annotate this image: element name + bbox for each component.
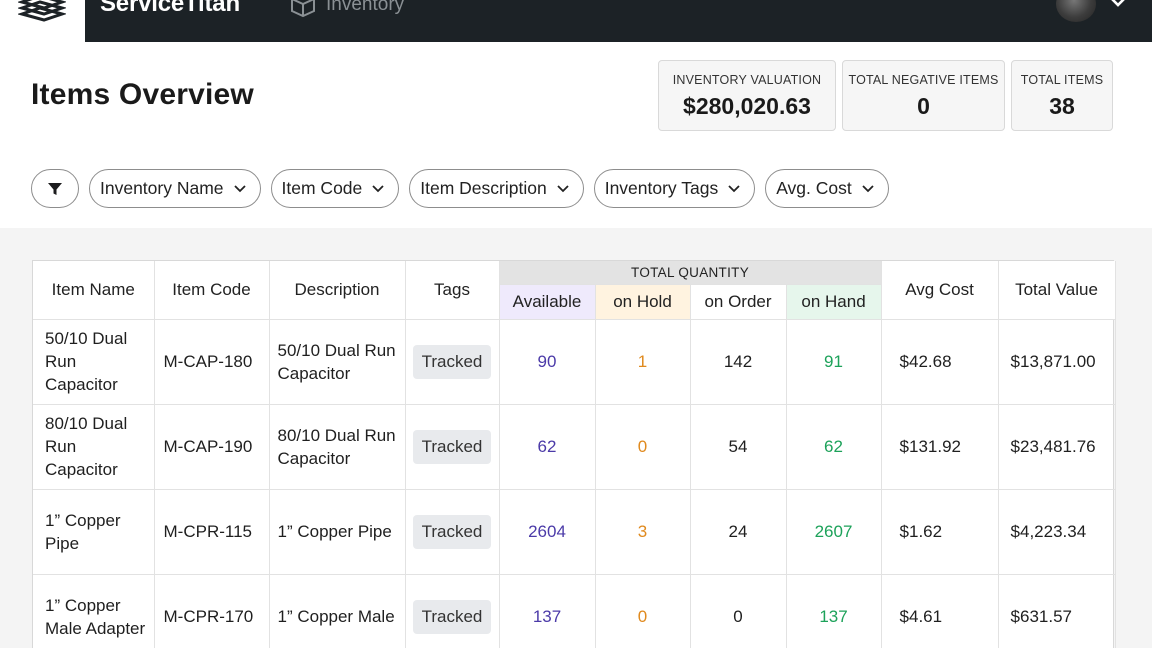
column-header-item-name[interactable]: Item Name xyxy=(33,261,155,320)
cell-total-value: $13,871.00 xyxy=(998,319,1116,405)
stat-value: 0 xyxy=(917,93,930,119)
cell-avg-cost: $131.92 xyxy=(881,404,999,490)
cell-item-code: M-CPR-170 xyxy=(154,574,270,648)
cell-on-order: 24 xyxy=(690,489,787,575)
column-header-total-value[interactable]: Total Value xyxy=(998,261,1116,320)
column-header-description[interactable]: Description xyxy=(269,261,406,320)
brand-name[interactable]: ServiceTitan xyxy=(100,0,240,18)
cell-item-name: 1” Copper Pipe xyxy=(33,489,155,575)
cell-description: 1” Copper Pipe xyxy=(269,489,406,575)
stat-label: TOTAL NEGATIVE ITEMS xyxy=(848,73,999,87)
cell-on-order: 54 xyxy=(690,404,787,490)
cell-tags: Tracked xyxy=(405,319,500,405)
cell-on-hand: 91 xyxy=(786,319,882,405)
filter-label: Item Description xyxy=(420,178,547,198)
items-table-container: Item Name Item Code Description Tags TOT… xyxy=(32,260,1116,648)
cell-on-hold: 1 xyxy=(595,319,691,405)
tag-badge[interactable]: Tracked xyxy=(412,514,492,549)
cell-item-code: M-CPR-115 xyxy=(154,489,270,575)
cell-available: 62 xyxy=(499,404,596,490)
stat-label: INVENTORY VALUATION xyxy=(672,73,822,87)
chevron-down-icon xyxy=(862,184,874,192)
chevron-down-icon xyxy=(728,184,740,192)
filter-label: Avg. Cost xyxy=(776,178,852,198)
cell-on-hold: 0 xyxy=(595,574,691,648)
filter-avg-cost[interactable]: Avg. Cost xyxy=(765,169,889,208)
filter-label: Inventory Name xyxy=(100,178,224,198)
column-group-total-quantity: TOTAL QUANTITY xyxy=(499,261,882,285)
cell-avg-cost: $42.68 xyxy=(881,319,999,405)
stat-value: $280,020.63 xyxy=(683,93,811,119)
column-header-on-hold[interactable]: on Hold xyxy=(595,284,691,320)
cell-item-name: 50/10 Dual Run Capacitor xyxy=(33,319,155,405)
chevron-down-icon xyxy=(233,184,246,192)
top-bar: ServiceTitan Inventory xyxy=(0,0,1152,42)
cell-description: 1” Copper Male xyxy=(269,574,406,648)
logo-area[interactable] xyxy=(0,0,85,42)
cell-avg-cost: $1.62 xyxy=(881,489,999,575)
table-row[interactable]: 50/10 Dual Run Capacitor M-CAP-180 50/10… xyxy=(33,319,1116,405)
cell-total-value: $631.57 xyxy=(998,574,1116,648)
page-title: Items Overview xyxy=(31,78,254,111)
filter-button[interactable] xyxy=(31,169,79,208)
nav-bar xyxy=(85,0,1152,42)
cell-on-order: 0 xyxy=(690,574,787,648)
chevron-down-icon xyxy=(372,184,384,192)
cell-on-hand: 2607 xyxy=(786,489,882,575)
cell-available: 90 xyxy=(499,319,596,405)
chevron-down-icon[interactable] xyxy=(1108,0,1128,10)
cell-tags: Tracked xyxy=(405,404,500,490)
cell-on-hold: 0 xyxy=(595,404,691,490)
filter-funnel-icon xyxy=(48,182,62,195)
filter-inventory-name[interactable]: Inventory Name xyxy=(89,169,261,208)
cell-total-value: $4,223.34 xyxy=(998,489,1116,575)
nav-inventory[interactable]: Inventory xyxy=(290,0,404,18)
tag-badge[interactable]: Tracked xyxy=(412,344,492,379)
brand-logo-icon xyxy=(18,0,66,22)
filter-item-description[interactable]: Item Description xyxy=(409,169,584,208)
cell-tags: Tracked xyxy=(405,574,500,648)
nav-inventory-label: Inventory xyxy=(326,0,405,15)
stat-total-items: TOTAL ITEMS 38 xyxy=(1011,60,1113,131)
inventory-box-icon xyxy=(291,0,315,18)
filter-item-code[interactable]: Item Code xyxy=(270,169,400,208)
tag-badge[interactable]: Tracked xyxy=(412,429,492,464)
cell-item-name: 1” Copper Male Adapter xyxy=(33,574,155,648)
column-header-tags[interactable]: Tags xyxy=(405,261,500,320)
tag-badge[interactable]: Tracked xyxy=(412,599,492,634)
cell-description: 80/10 Dual Run Capacitor xyxy=(269,404,406,490)
cell-available: 137 xyxy=(499,574,596,648)
chevron-down-icon xyxy=(557,184,569,192)
cell-item-code: M-CAP-190 xyxy=(154,404,270,490)
cell-on-hand: 62 xyxy=(786,404,882,490)
column-header-on-order[interactable]: on Order xyxy=(690,284,787,320)
column-header-item-code[interactable]: Item Code xyxy=(154,261,270,320)
cell-item-code: M-CAP-180 xyxy=(154,319,270,405)
table-row[interactable]: 1” Copper Pipe M-CPR-115 1” Copper Pipe … xyxy=(33,489,1116,575)
cell-total-value: $23,481.76 xyxy=(998,404,1116,490)
filter-bar: Inventory Name Item Code Item Descriptio… xyxy=(31,169,889,208)
table-row[interactable]: 80/10 Dual Run Capacitor M-CAP-190 80/10… xyxy=(33,404,1116,490)
column-header-available[interactable]: Available xyxy=(499,284,596,320)
cell-tags: Tracked xyxy=(405,489,500,575)
cell-on-order: 142 xyxy=(690,319,787,405)
cell-description: 50/10 Dual Run Capacitor xyxy=(269,319,406,405)
filter-label: Inventory Tags xyxy=(604,178,719,198)
stat-value: 38 xyxy=(1049,93,1075,119)
stat-inventory-valuation: INVENTORY VALUATION $280,020.63 xyxy=(658,60,836,131)
column-header-avg-cost[interactable]: Avg Cost xyxy=(881,261,999,320)
cell-on-hold: 3 xyxy=(595,489,691,575)
stat-label: TOTAL ITEMS xyxy=(1020,73,1104,87)
items-table: Item Name Item Code Description Tags TOT… xyxy=(33,261,1116,648)
filter-label: Item Code xyxy=(281,178,363,198)
column-header-on-hand[interactable]: on Hand xyxy=(786,284,882,320)
cell-item-name: 80/10 Dual Run Capacitor xyxy=(33,404,155,490)
stat-total-negative-items: TOTAL NEGATIVE ITEMS 0 xyxy=(842,60,1005,131)
cell-on-hand: 137 xyxy=(786,574,882,648)
page-header: Items Overview INVENTORY VALUATION $280,… xyxy=(0,42,1152,228)
filter-inventory-tags[interactable]: Inventory Tags xyxy=(593,169,756,208)
table-row[interactable]: 1” Copper Male Adapter M-CPR-170 1” Copp… xyxy=(33,574,1116,648)
cell-avg-cost: $4.61 xyxy=(881,574,999,648)
cell-available: 2604 xyxy=(499,489,596,575)
